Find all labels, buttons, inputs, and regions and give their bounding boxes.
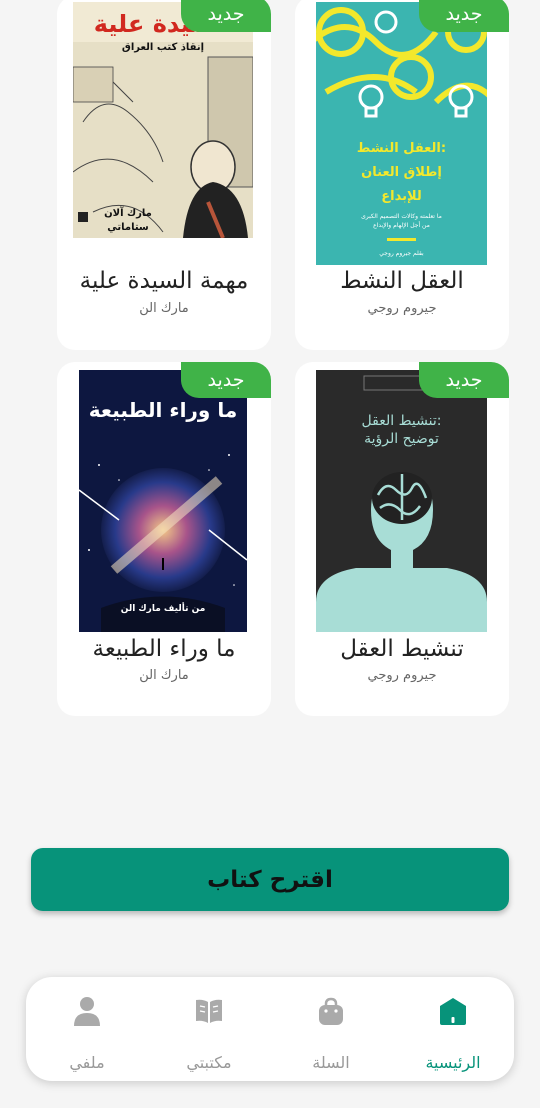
nav-cart-label: السلة — [312, 1053, 350, 1072]
shopping-bag-icon — [319, 997, 343, 1025]
book-card-mind-activation[interactable]: تنشيط العقل: توضيح الرؤية جديد تنشيط الع… — [295, 362, 509, 716]
book-card-mrs-alia[interactable]: السيدة علية إنقاذ كتب العراق مارك آلان س… — [57, 0, 271, 350]
book-cover[interactable]: ما وراء الطبيعة من تأليف مارك الن — [79, 370, 247, 632]
cover-subtitle: من أجل الإلهام والإبداع — [373, 222, 430, 229]
nav-home-label: الرئيسية — [425, 1053, 481, 1072]
cover-title: العقل النشط: — [356, 141, 447, 156]
nav-profile[interactable]: ملفي — [32, 995, 142, 1072]
cover-title: للإبداع — [381, 189, 422, 204]
cover-author: مارك آلان — [104, 208, 152, 219]
book-cover[interactable]: تنشيط العقل: توضيح الرؤية — [316, 370, 487, 632]
cover-illustration — [316, 375, 487, 632]
cover-title: إطلاق العنان — [361, 165, 442, 180]
cover-title: تنشيط العقل: — [361, 413, 442, 429]
new-badge: جديد — [419, 0, 509, 32]
book-cover[interactable]: السيدة علية إنقاذ كتب العراق مارك آلان س… — [73, 2, 253, 238]
new-badge: جديد — [181, 0, 271, 32]
book-title[interactable]: ما وراء الطبيعة — [57, 636, 271, 662]
user-icon — [74, 997, 100, 1026]
nav-profile-label: ملفي — [69, 1053, 105, 1072]
cover-title: ما وراء الطبيعة — [88, 398, 238, 422]
book-author: جيروم روجي — [367, 668, 437, 683]
nav-library-label: مكتبتي — [186, 1053, 232, 1072]
book-author: مارك الن — [139, 668, 189, 683]
cover-byline: من تأليف مارك الن — [120, 604, 206, 614]
book-author: مارك الن — [139, 301, 189, 316]
cover-divider — [387, 238, 416, 241]
nav-cart[interactable]: السلة — [276, 995, 386, 1072]
cover-author: بقلم جيروم روجي — [379, 250, 424, 257]
book-card-beyond-nature[interactable]: ما وراء الطبيعة من تأليف مارك الن جديد م… — [57, 362, 271, 716]
cover-title: توضيح الرؤية — [364, 431, 439, 447]
suggest-book-button[interactable]: اقترح كتاب — [31, 848, 509, 911]
book-card-active-mind[interactable]: العقل النشط: إطلاق العنان للإبداع ما تعل… — [295, 0, 509, 350]
cover-author: ستاماتي — [107, 222, 149, 233]
book-title[interactable]: العقل النشط — [295, 268, 509, 294]
bottom-nav: الرئيسية السلة مكتبتي ملفي — [26, 977, 514, 1081]
home-icon — [440, 998, 466, 1025]
book-title[interactable]: مهمة السيدة علية — [57, 268, 271, 294]
new-badge: جديد — [181, 362, 271, 398]
cover-subtitle: ما تعلمته وكالات التصميم الكبرى — [361, 213, 442, 220]
nav-home[interactable]: الرئيسية — [398, 995, 508, 1072]
nav-library[interactable]: مكتبتي — [154, 995, 264, 1072]
book-author: جيروم روجي — [367, 301, 437, 316]
cover-subtitle: إنقاذ كتب العراق — [121, 42, 205, 53]
book-title[interactable]: تنشيط العقل — [295, 636, 509, 662]
book-cover[interactable]: العقل النشط: إطلاق العنان للإبداع ما تعل… — [316, 2, 487, 265]
new-badge: جديد — [419, 362, 509, 398]
open-book-icon — [196, 999, 222, 1023]
